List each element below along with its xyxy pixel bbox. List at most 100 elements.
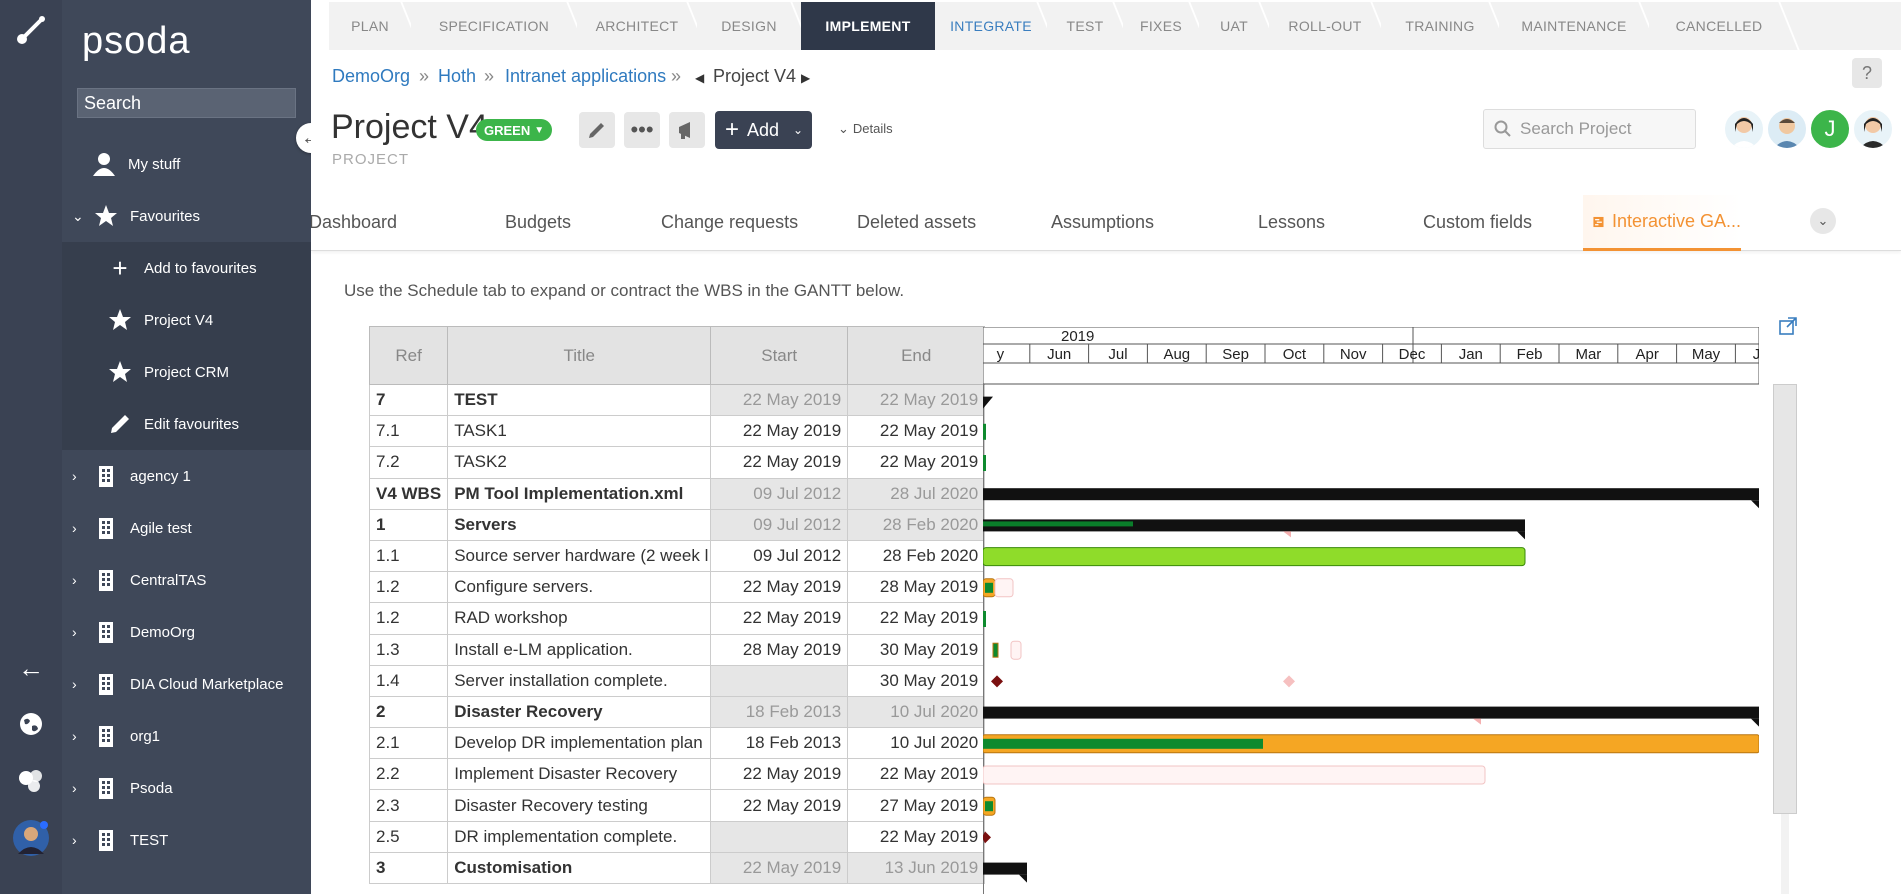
sidebar-item-org[interactable]: › Agile test xyxy=(62,502,311,554)
tab-interactive-gantt[interactable]: Interactive GA... xyxy=(1583,195,1741,251)
table-row[interactable]: 7.2 TASK2 22 May 2019 22 May 2019 xyxy=(368,446,986,479)
next-arrow-icon[interactable]: ▶ xyxy=(801,71,810,85)
chevron-right-icon[interactable]: › xyxy=(72,468,86,484)
help-button[interactable]: ? xyxy=(1852,58,1882,88)
back-arrow-icon[interactable]: ← xyxy=(11,648,51,688)
details-toggle[interactable]: ⌄ Details xyxy=(838,121,893,137)
chevron-right-icon[interactable]: › xyxy=(72,624,86,640)
chevron-right-icon[interactable]: › xyxy=(72,520,86,536)
table-row[interactable]: 1.2 Configure servers. 22 May 2019 28 May 2… xyxy=(368,571,986,604)
breadcrumb-item[interactable]: Hoth xyxy=(438,66,476,87)
notify-button[interactable] xyxy=(669,112,705,148)
phase-test[interactable]: TEST xyxy=(1047,2,1123,50)
phase-plan[interactable]: PLAN xyxy=(329,2,411,50)
col-title[interactable]: Title xyxy=(447,326,712,385)
sidebar-item-project-crm[interactable]: Project CRM xyxy=(62,346,311,398)
phase-implement[interactable]: IMPLEMENT xyxy=(801,2,935,50)
chevron-right-icon[interactable]: › xyxy=(72,572,86,588)
table-row[interactable]: 2 Disaster Recovery 18 Feb 2013 10 Jul 2020 xyxy=(368,695,986,729)
col-start[interactable]: Start xyxy=(710,326,849,385)
tab-budgets[interactable]: Budgets xyxy=(505,212,571,233)
cell-ref: 7.2 xyxy=(368,446,449,479)
sidebar-item-org[interactable]: › TEST xyxy=(62,814,311,866)
more-options-button[interactable]: ••• xyxy=(624,112,660,148)
gantt-scrollbar[interactable] xyxy=(1773,384,1797,814)
breadcrumb-item[interactable]: DemoOrg xyxy=(332,66,410,87)
phase-bar: PLAN SPECIFICATION ARCHITECT DESIGN IMPLEMEN… xyxy=(329,2,1901,50)
table-row[interactable]: 2.3 Disaster Recovery testing 22 May 2019 2… xyxy=(368,789,986,822)
tab-lessons[interactable]: Lessons xyxy=(1258,212,1325,233)
chevron-right-icon[interactable]: › xyxy=(72,832,86,848)
table-row[interactable]: 1.1 Source server hardware (2 week l 09 Ju… xyxy=(368,539,986,573)
avatar[interactable] xyxy=(1766,108,1808,150)
table-row[interactable]: 7 TEST 22 May 2019 22 May 2019 xyxy=(368,383,986,417)
user-avatar[interactable] xyxy=(11,818,51,858)
phase-training[interactable]: TRAINING xyxy=(1381,2,1499,50)
sidebar-item-project-v4[interactable]: Project V4 xyxy=(62,294,311,346)
table-row[interactable]: 1.4 Server installation complete. 30 May 2… xyxy=(368,664,986,697)
phase-architect[interactable]: ARCHITECT xyxy=(577,2,697,50)
add-button[interactable]: + Add ⌄ xyxy=(715,111,812,149)
phase-maintenance[interactable]: MAINTENANCE xyxy=(1499,2,1649,50)
table-row[interactable]: 2.1 Develop DR implementation plan 18 Feb … xyxy=(368,727,986,760)
table-row[interactable]: 1.3 Install e-LM application. 28 May 2019 3… xyxy=(368,633,986,666)
avatar[interactable] xyxy=(1723,108,1765,150)
month-label: Dec xyxy=(1399,346,1426,363)
cell-start: 22 May 2019 xyxy=(710,602,849,635)
search-input[interactable]: Search xyxy=(77,88,296,118)
table-row[interactable]: 2.2 Implement Disaster Recovery 22 May 201… xyxy=(368,758,986,791)
phase-fixes[interactable]: FIXES xyxy=(1123,2,1199,50)
tab-deleted-assets[interactable]: Deleted assets xyxy=(857,212,976,233)
chevron-right-icon[interactable]: › xyxy=(72,728,86,744)
gantt-baseline-bar xyxy=(983,765,1486,785)
col-end[interactable]: End xyxy=(847,326,986,385)
sidebar-item-favourites[interactable]: ⌄ Favourites xyxy=(62,190,311,242)
phase-integrate[interactable]: INTEGRATE xyxy=(935,2,1047,50)
table-row[interactable]: 2.5 DR implementation complete. 22 May 201… xyxy=(368,820,986,853)
sidebar-item-org[interactable]: › DemoOrg xyxy=(62,606,311,658)
edit-button[interactable] xyxy=(579,112,615,148)
psoda-logo-icon[interactable] xyxy=(11,10,51,50)
cell-start: 18 Feb 2013 xyxy=(710,695,849,729)
prev-arrow-icon[interactable]: ◀ xyxy=(695,71,704,85)
sidebar-item-org[interactable]: › org1 xyxy=(62,710,311,762)
table-row[interactable]: V4 WBS PM Tool Implementation.xml 09 Jul 2… xyxy=(368,477,986,510)
search-icon xyxy=(1494,120,1511,137)
phase-roll-out[interactable]: ROLL-OUT xyxy=(1269,2,1381,50)
sidebar-item-org[interactable]: › CentralTAS xyxy=(62,554,311,606)
status-badge[interactable]: GREEN ▼ xyxy=(476,119,553,141)
col-ref[interactable]: Ref xyxy=(368,326,449,385)
open-external-icon[interactable] xyxy=(1778,316,1798,336)
phase-specification[interactable]: SPECIFICATION xyxy=(411,2,577,50)
sidebar-item-org[interactable]: › DIA Cloud Marketplace xyxy=(62,658,311,710)
bubbles-icon[interactable] xyxy=(11,760,51,800)
table-row[interactable]: 1 Servers 09 Jul 2012 28 Feb 2020 xyxy=(368,508,986,541)
globe-icon[interactable] xyxy=(11,704,51,744)
table-row[interactable]: 3 Customisation 22 May 2019 13 Jun 2019 xyxy=(368,851,986,885)
avatar[interactable] xyxy=(1852,108,1894,150)
cell-title: Server installation complete. xyxy=(447,664,712,697)
sidebar-item-label: Project CRM xyxy=(144,363,230,381)
tab-dashboard[interactable]: Dashboard xyxy=(311,212,397,233)
phase-design[interactable]: DESIGN xyxy=(697,2,801,50)
avatar[interactable]: J xyxy=(1809,108,1851,150)
phase-uat[interactable]: UAT xyxy=(1199,2,1269,50)
sidebar-item-edit-favourites[interactable]: Edit favourites xyxy=(62,398,311,450)
person-icon xyxy=(90,150,118,178)
sidebar-item-org[interactable]: › Psoda xyxy=(62,762,311,814)
chevron-right-icon[interactable]: › xyxy=(72,676,86,692)
table-row[interactable]: 1.2 RAD workshop 22 May 2019 22 May 2019 xyxy=(368,602,986,635)
phase-cancelled[interactable]: CANCELLED xyxy=(1649,2,1789,50)
tab-custom-fields[interactable]: Custom fields xyxy=(1423,212,1532,233)
tab-assumptions[interactable]: Assumptions xyxy=(1051,212,1154,233)
breadcrumb-item[interactable]: Intranet applications xyxy=(505,66,666,87)
sidebar-item-my-stuff[interactable]: My stuff xyxy=(62,138,311,190)
sidebar-item-org[interactable]: › agency 1 xyxy=(62,450,311,502)
chevron-right-icon[interactable]: › xyxy=(72,780,86,796)
sidebar-item-add-to-favourites[interactable]: + Add to favourites xyxy=(62,242,311,294)
tabs-more-button[interactable]: ⌄ xyxy=(1810,208,1836,234)
project-search[interactable]: Search Project xyxy=(1483,109,1696,149)
tab-change-requests[interactable]: Change requests xyxy=(661,212,798,233)
table-row[interactable]: 7.1 TASK1 22 May 2019 22 May 2019 xyxy=(368,415,986,448)
chevron-down-icon[interactable]: ⌄ xyxy=(72,208,86,225)
